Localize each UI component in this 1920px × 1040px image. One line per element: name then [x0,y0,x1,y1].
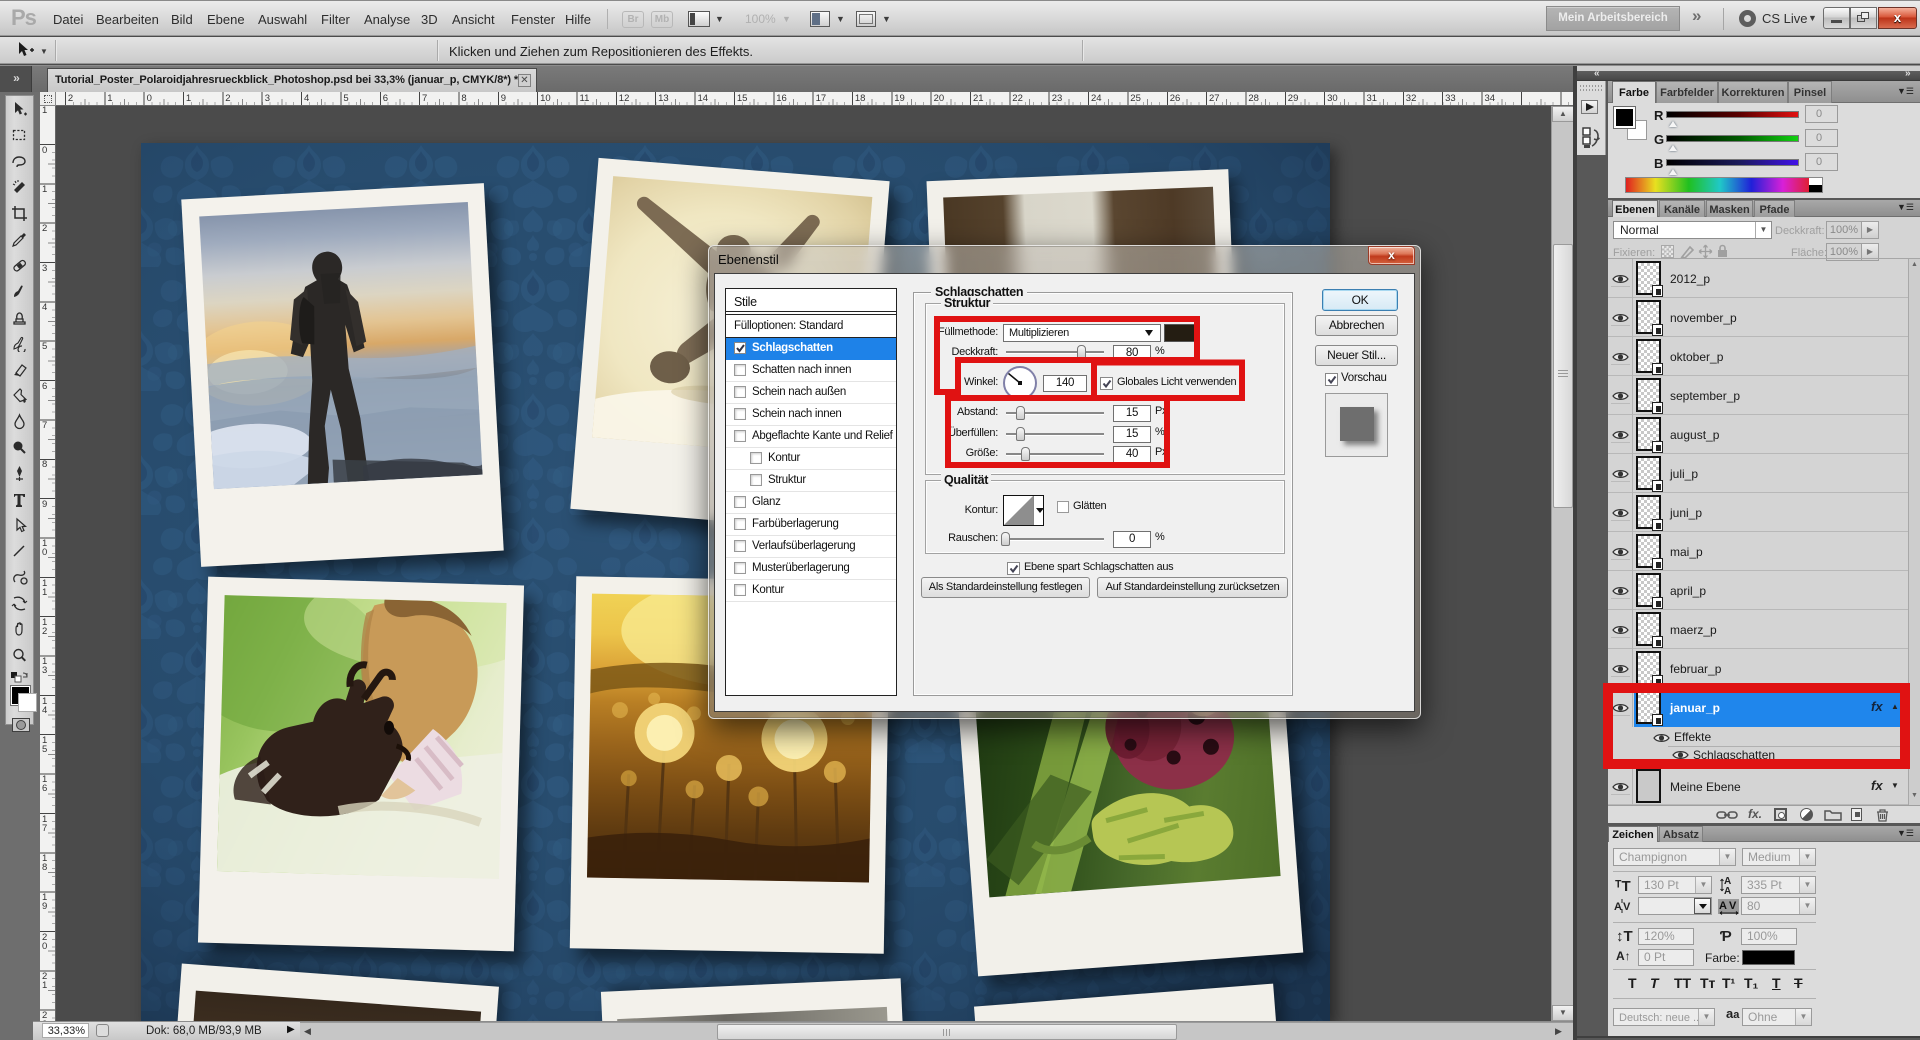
svg-text:A: A [1724,886,1731,895]
svg-text:V: V [1729,900,1737,912]
svg-text:V: V [1623,901,1631,913]
svg-text:A: A [1719,900,1727,912]
svg-text:A: A [1614,901,1622,913]
